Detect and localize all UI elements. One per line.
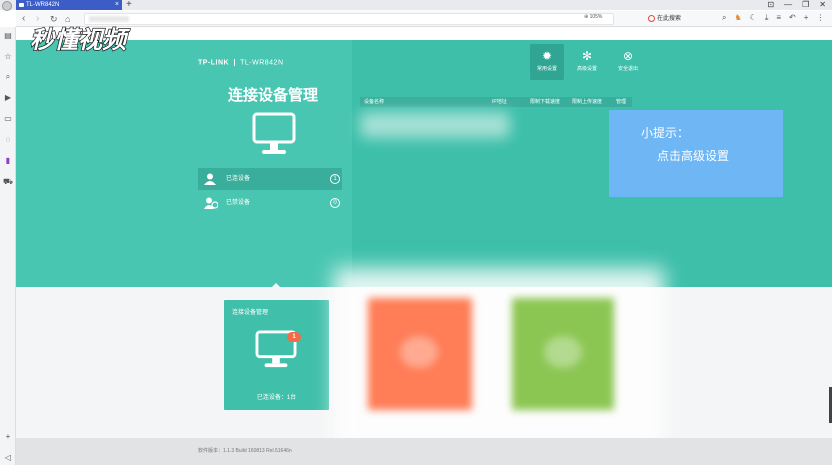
advanced-settings-label: 高级设置 — [576, 66, 597, 72]
left-panel — [16, 40, 352, 287]
device-card-title: 连接设备管理 — [232, 310, 269, 316]
router-admin-page: TP-LINK TL-WR842N 连接设备管理 已连设备 1 已禁设备 0 ✹ … — [16, 40, 832, 465]
col-upload-limit: 限制上传速度 — [572, 99, 603, 105]
tip-body: 点击高级设置 — [657, 149, 730, 163]
gear-icon: ✹ — [541, 49, 553, 63]
moon-icon[interactable]: ☾ — [750, 13, 757, 23]
user-icon — [204, 173, 216, 185]
page-footer: 软件版本：1.1.3 Build 160813 Rel.51646n — [16, 438, 832, 465]
url-input[interactable] — [84, 13, 614, 25]
undo-icon[interactable]: ↶ — [789, 13, 796, 23]
advanced-settings-button[interactable]: ✻ 高级设置 — [570, 44, 604, 80]
device-row-blurred — [360, 112, 510, 138]
add-icon[interactable]: + — [804, 13, 809, 23]
tip-box: 小提示： 点击高级设置 — [609, 110, 783, 197]
window-maximize-button[interactable]: ❐ — [802, 0, 809, 10]
game-icon[interactable]: ♞ — [734, 13, 741, 23]
window-minimize-button[interactable]: — — [784, 0, 792, 10]
app-icon[interactable]: ▮ — [3, 156, 13, 166]
basic-settings-label: 常用设置 — [536, 66, 557, 72]
window-close-button[interactable]: ✕ — [819, 0, 826, 10]
device-count-badge: 1 — [287, 332, 301, 342]
menu-icon[interactable]: ≡ — [776, 13, 781, 23]
blocked-devices-count: 0 — [330, 198, 340, 208]
video-icon[interactable]: ▶ — [3, 93, 13, 103]
zoom-level[interactable]: ⊕ 105% — [584, 14, 602, 20]
tab-title: TL-WR842N — [26, 2, 60, 8]
reading-list-icon[interactable]: ▤ — [3, 31, 13, 41]
search-icon[interactable]: ⌕ — [722, 13, 726, 23]
col-ip: IP地址 — [492, 99, 507, 105]
col-device-name: 设备名称 — [364, 99, 385, 105]
card-blob — [544, 336, 582, 368]
browser-tab[interactable]: TL-WR842N × — [16, 0, 122, 10]
software-version: 软件版本：1.1.3 Build 160813 Rel.51646n — [198, 448, 292, 454]
device-table-header: 设备名称 IP地址 限制下载速度 限制上传速度 管理 — [360, 97, 632, 107]
section-title: 连接设备管理 — [228, 87, 319, 104]
col-manage: 管理 — [616, 99, 627, 105]
new-tab-button[interactable]: + — [126, 0, 132, 10]
connected-devices-count: 1 — [330, 174, 340, 184]
basic-settings-button[interactable]: ✹ 常用设置 — [530, 44, 564, 80]
game-sidebar-icon[interactable]: ▭ — [3, 114, 13, 124]
connected-devices-row[interactable]: 已连设备 1 — [198, 168, 342, 190]
blocked-devices-row[interactable]: 已禁设备 0 — [198, 192, 342, 214]
watermark-logo: 秒懂视频 — [29, 25, 131, 54]
download-icon[interactable]: ⤓ — [765, 13, 769, 23]
collapse-sidebar-icon[interactable]: ◁ — [3, 453, 13, 463]
col-download-limit: 限制下载速度 — [530, 99, 561, 105]
card-blob — [400, 336, 438, 368]
cart-icon[interactable]: ⛟ — [3, 177, 13, 187]
zoom-value: 105% — [589, 14, 603, 20]
browser-toolbar-icons: ⌕ ♞ ☾ ⤓ ≡ ↶ + ⋮ — [722, 13, 824, 23]
more-icon[interactable]: ⋮ — [816, 13, 824, 23]
svg-text:秒懂视频: 秒懂视频 — [30, 26, 131, 54]
search-sidebar-icon[interactable]: ⌕ — [3, 72, 13, 82]
browser-title-bar: TL-WR842N × + ⊡ — ❐ ✕ — [0, 0, 832, 11]
gears-icon: ✻ — [581, 49, 593, 63]
logout-label: 安全退出 — [617, 66, 638, 72]
add-sidebar-icon[interactable]: + — [3, 432, 13, 442]
search-engine-label: 在此搜索 — [657, 16, 682, 22]
window-pin-button[interactable]: ⊡ — [767, 0, 774, 10]
back-icon[interactable]: ‹ — [22, 12, 25, 26]
browser-sidebar: ▤ ☆ ⌕ ▶ ▭ ◌ ▮ ⛟ + ◁ — [0, 27, 16, 465]
brand-header: TP-LINK TL-WR842N — [198, 59, 284, 66]
favorites-icon[interactable]: ☆ — [3, 52, 13, 62]
device-management-card[interactable]: 连接设备管理 1 已连设备：1台 — [224, 300, 329, 410]
green-card-blurred[interactable] — [512, 298, 614, 410]
tab-favicon-icon — [19, 3, 24, 7]
pointer-arrow — [271, 283, 281, 288]
search-engine-box[interactable]: 在此搜索 — [648, 13, 681, 22]
window-controls: ⊡ — ❐ ✕ — [767, 0, 826, 10]
close-circle-icon: ⊗ — [622, 49, 634, 63]
connected-devices-label: 已连设备 — [226, 176, 251, 182]
chat-icon[interactable]: ◌ — [3, 135, 13, 145]
device-card-footer: 已连设备：1台 — [256, 395, 297, 401]
model-name: TL-WR842N — [240, 59, 284, 67]
search-engine-icon — [648, 14, 655, 22]
profile-avatar[interactable] — [2, 1, 12, 11]
tip-title: 小提示： — [641, 126, 690, 140]
blocked-user-icon — [204, 197, 218, 209]
orange-card-blurred[interactable] — [368, 298, 472, 410]
brand-logo: TP-LINK — [198, 59, 230, 67]
blocked-devices-label: 已禁设备 — [226, 200, 251, 206]
tab-close-icon[interactable]: × — [115, 0, 119, 10]
monitor-icon — [252, 112, 296, 154]
logout-button[interactable]: ⊗ 安全退出 — [611, 44, 645, 80]
